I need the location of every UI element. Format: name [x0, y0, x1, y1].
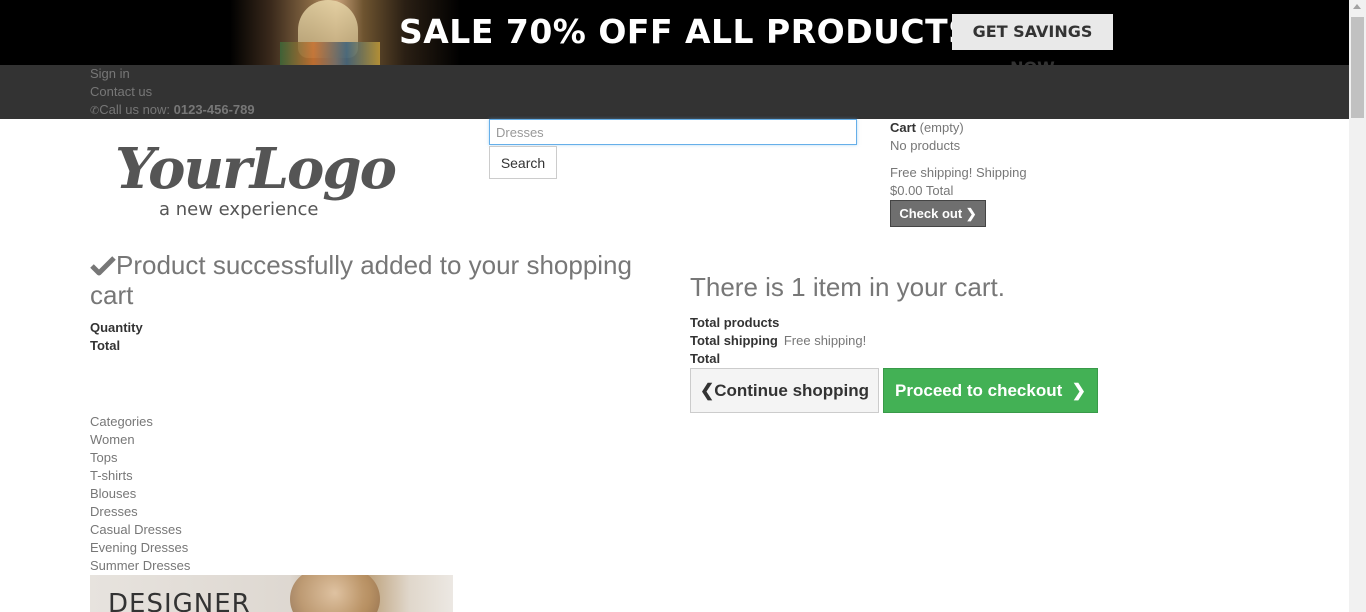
grand-total-row: Total: [690, 351, 720, 366]
phone-number: 0123-456-789: [173, 102, 255, 117]
designer-promo-text: DESIGNER: [108, 589, 251, 612]
cart-total-line: $0.00 Total: [890, 183, 954, 198]
category-link[interactable]: Evening Dresses: [90, 540, 188, 555]
product-total-label: Total: [90, 338, 121, 353]
logo-tagline: a new experience: [159, 199, 319, 220]
top-nav: Sign in Contact us ✆Call us now: 0123-45…: [0, 65, 1349, 119]
chevron-right-icon: ❯: [1071, 380, 1086, 400]
page-scrollbar[interactable]: [1349, 0, 1366, 612]
total-products-row: Total products: [690, 315, 779, 330]
category-link[interactable]: T-shirts: [90, 468, 133, 483]
cart-items-message: There is 1 item in your cart.: [690, 272, 1005, 302]
category-link[interactable]: Casual Dresses: [90, 522, 182, 537]
chevron-left-icon: ❮: [699, 380, 715, 400]
total-shipping-value: Free shipping!: [783, 333, 867, 348]
category-link[interactable]: Tops: [90, 450, 117, 465]
designer-promo-banner[interactable]: DESIGNER: [90, 575, 453, 612]
total-products-label: Total products: [690, 315, 780, 330]
sign-in-link[interactable]: Sign in: [90, 66, 130, 81]
category-link[interactable]: Blouses: [90, 486, 136, 501]
total-shipping-row: Total shipping Free shipping!: [690, 333, 866, 348]
grand-total-label: Total: [690, 351, 721, 366]
continue-label: Continue shopping: [714, 380, 870, 400]
logo-wordmark: YourLogo: [115, 136, 397, 202]
site-logo[interactable]: YourLogo a new experience: [115, 136, 405, 222]
cart-title: Cart: [890, 120, 917, 135]
call-us-line: ✆Call us now: 0123-456-789: [90, 102, 255, 117]
search-button[interactable]: Search: [489, 146, 557, 179]
continue-shopping-button[interactable]: ❮Continue shopping: [690, 368, 879, 413]
check-icon: [90, 256, 116, 276]
cart-title-line[interactable]: Cart (empty): [890, 120, 964, 135]
categories-heading: Categories: [90, 414, 153, 429]
category-link[interactable]: Summer Dresses: [90, 558, 190, 573]
quantity-label: Quantity: [90, 320, 143, 335]
category-link[interactable]: Women: [90, 432, 135, 447]
phone-icon: ✆: [90, 105, 100, 117]
added-to-cart-message: Product successfully added to your shopp…: [90, 250, 670, 310]
call-us-label: Call us now:: [99, 102, 174, 117]
total-shipping-label: Total shipping: [690, 333, 778, 348]
cart-no-products: No products: [890, 138, 961, 153]
category-link[interactable]: Dresses: [90, 504, 138, 519]
chevron-right-icon: ❯: [965, 205, 977, 221]
proceed-label: Proceed to checkout: [895, 380, 1063, 400]
promo-model-image: [290, 575, 380, 612]
promo-banner[interactable]: SALE 70% OFF ALL PRODUCTS GET SAVINGS NO…: [0, 0, 1349, 65]
header-checkout-button[interactable]: Check out ❯: [890, 200, 986, 227]
get-savings-button[interactable]: GET SAVINGS NOW: [952, 14, 1113, 65]
cart-shipping-line: Free shipping! Shipping: [890, 165, 1027, 180]
banner-headline: SALE 70% OFF ALL PRODUCTS: [399, 12, 973, 51]
checkout-label: Check out: [899, 205, 963, 221]
scroll-up-arrow-icon[interactable]: [1353, 4, 1361, 9]
contact-us-link[interactable]: Contact us: [90, 84, 152, 99]
search-input[interactable]: [489, 119, 857, 145]
added-message-text: Product successfully added to your shopp…: [90, 250, 632, 310]
proceed-to-checkout-button[interactable]: Proceed to checkout ❯: [883, 368, 1098, 413]
scrollbar-thumb[interactable]: [1351, 17, 1364, 118]
cart-status: (empty): [916, 120, 964, 135]
